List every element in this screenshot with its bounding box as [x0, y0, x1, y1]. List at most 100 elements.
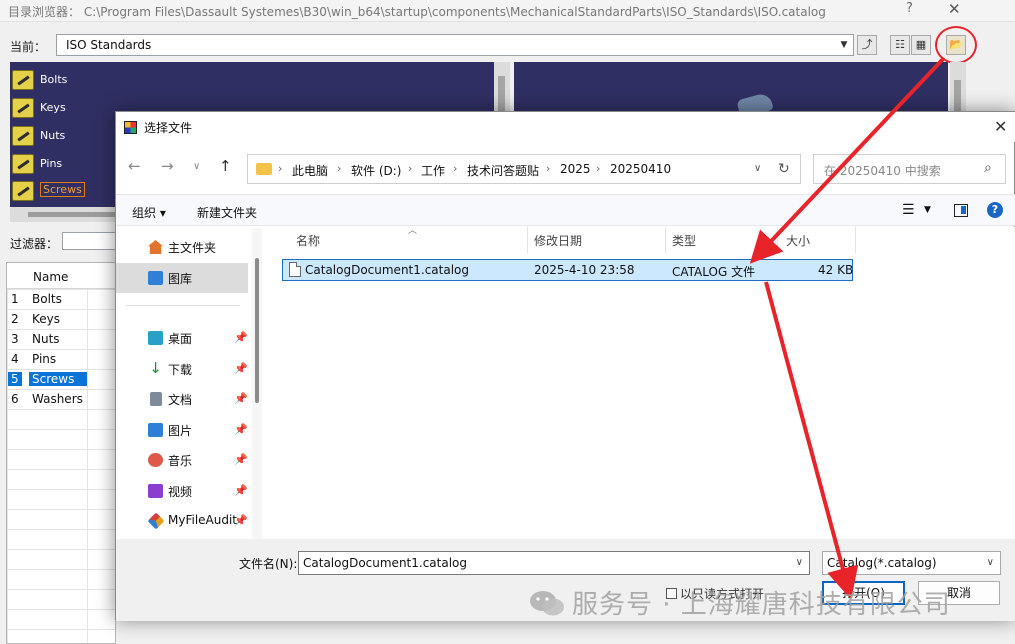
sidebar-item-gallery[interactable]: 图库 — [116, 263, 248, 293]
file-type-select[interactable]: Catalog(*.catalog) ∨ — [822, 551, 1001, 575]
close-button[interactable]: ✕ — [948, 0, 961, 18]
detail-view-button[interactable]: ☷ — [890, 35, 910, 55]
scroll-thumb[interactable] — [954, 80, 961, 114]
pin-icon[interactable]: 📌 — [234, 484, 248, 497]
breadcrumb-2025[interactable]: 2025 — [560, 162, 591, 176]
pin-icon[interactable]: 📌 — [234, 453, 248, 466]
row-name: Pins — [32, 352, 57, 366]
breadcrumb-tech-qa[interactable]: 技术问答题贴 — [467, 162, 539, 179]
filter-label: 过滤器： — [10, 237, 59, 251]
folder-icon — [256, 163, 272, 175]
forward-arrow-icon[interactable]: → — [161, 157, 174, 175]
catalog-list-panel[interactable]: Name 1 Bolts 2 Keys 3 Nuts 4 Pins 5 Screws 6W… — [6, 262, 117, 644]
breadcrumb-chevron-icon[interactable]: › — [337, 162, 341, 175]
sidebar-item-pictures[interactable]: 图片 📌 — [116, 415, 248, 445]
breadcrumb-chevron-icon[interactable]: › — [278, 162, 282, 175]
wechat-logo-icon — [530, 591, 564, 616]
breadcrumb-chevron-icon[interactable]: › — [596, 162, 600, 175]
column-header-name[interactable]: 名称 ︿ — [286, 226, 530, 253]
pin-icon[interactable]: 📌 — [234, 362, 248, 375]
filter-input[interactable] — [62, 232, 122, 250]
scroll-thumb[interactable] — [255, 258, 259, 403]
scroll-thumb[interactable] — [498, 76, 505, 116]
row-index: 1 — [11, 292, 19, 306]
sidebar-item-label: 下载 — [168, 363, 193, 377]
sidebar-item-documents[interactable]: 文档 📌 — [116, 384, 248, 414]
list-item[interactable]: 1 Bolts — [7, 290, 117, 310]
tree-item-screws[interactable]: Screws — [12, 179, 102, 203]
current-catalog-value: ISO Standards — [66, 38, 152, 52]
recent-locations-chevron-icon[interactable]: ∨ — [193, 161, 200, 172]
sidebar-item-videos[interactable]: 视频 📌 — [116, 476, 248, 506]
breadcrumb-20250410[interactable]: 20250410 — [610, 162, 671, 176]
column-header-label: 大小 — [786, 234, 811, 248]
breadcrumb-work[interactable]: 工作 — [421, 162, 445, 179]
tree-item-nuts[interactable]: Nuts — [12, 124, 102, 148]
sidebar-item-myfileaudit[interactable]: MyFileAudit 📌 — [116, 506, 248, 536]
current-catalog-combo[interactable]: ISO Standards ▼ — [56, 34, 854, 56]
pin-icon[interactable]: 📌 — [234, 331, 248, 344]
breadcrumb-drive-d[interactable]: 软件 (D:) — [351, 162, 401, 179]
breadcrumb-chevron-icon[interactable]: › — [408, 162, 412, 175]
help-button[interactable]: ? — [906, 1, 913, 16]
row-index: 6 — [11, 392, 19, 406]
name-column-header[interactable]: Name — [33, 270, 68, 284]
pin-icon[interactable]: 📌 — [234, 514, 248, 527]
list-item[interactable]: 6 Washers — [7, 390, 117, 410]
sidebar-scrollbar[interactable] — [252, 228, 262, 540]
dialog-close-button[interactable]: ✕ — [994, 117, 1007, 136]
myfileaudit-icon — [147, 512, 165, 530]
list-view-button[interactable]: ▦ — [911, 35, 931, 55]
refresh-icon[interactable]: ↻ — [778, 161, 790, 177]
organize-menu-button[interactable]: 组织 ▾ — [132, 204, 166, 221]
file-row-catalogdocument1[interactable]: CatalogDocument1.catalog 2025-4-10 23:58… — [282, 259, 853, 281]
pin-icon[interactable]: 📌 — [234, 423, 248, 436]
address-bar[interactable]: › 此电脑 › 软件 (D:) › 工作 › 技术问答题贴 › 2025 › 2… — [247, 154, 801, 184]
column-header-size[interactable]: 大小 — [776, 227, 856, 253]
search-icon[interactable]: ⌕ — [984, 160, 992, 176]
filename-input[interactable]: CatalogDocument1.catalog ∨ — [298, 551, 810, 575]
chevron-down-icon[interactable]: ▼ — [924, 205, 931, 215]
sidebar-item-home[interactable]: 主文件夹 — [116, 232, 248, 262]
breadcrumb-chevron-icon[interactable]: › — [453, 162, 457, 175]
search-box[interactable]: 在 20250410 中搜索 ⌕ — [813, 154, 1006, 184]
parent-level-button[interactable]: ⤴ — [857, 35, 877, 55]
view-options-icon[interactable]: ☰ — [902, 202, 915, 218]
tree-item-bolts[interactable]: Bolts — [12, 68, 102, 92]
desktop-icon — [148, 331, 163, 345]
breadcrumb-this-pc[interactable]: 此电脑 — [292, 162, 328, 179]
column-divider[interactable] — [855, 227, 856, 253]
list-item[interactable]: 5 Screws — [7, 370, 117, 390]
column-header-type[interactable]: 类型 — [662, 227, 778, 253]
chevron-down-icon[interactable]: ∨ — [796, 557, 803, 568]
up-arrow-icon[interactable]: ↑ — [219, 157, 232, 175]
column-header-modified[interactable]: 修改日期 — [524, 227, 662, 253]
chapter-icon — [12, 181, 34, 201]
chevron-down-icon[interactable]: ∨ — [987, 557, 994, 568]
window-title: 目录浏览器： C:\Program Files\Dassault Systeme… — [8, 5, 826, 19]
preview-pane-icon[interactable] — [954, 204, 968, 217]
navigation-pane: 主文件夹 图库 桌面 📌 ↓ 下载 📌 文档 📌 图片 📌 音乐 📌 视频 📌 … — [116, 227, 262, 539]
tree-item-keys[interactable]: Keys — [12, 96, 102, 120]
scroll-thumb[interactable] — [28, 212, 124, 217]
chevron-down-icon[interactable]: ▼ — [837, 37, 851, 53]
breadcrumb-chevron-icon[interactable]: › — [546, 162, 550, 175]
preview-scrollbar[interactable] — [950, 62, 966, 114]
catalog-browser-titlebar: 目录浏览器： C:\Program Files\Dassault Systeme… — [0, 0, 1015, 22]
chevron-down-icon[interactable]: ∨ — [754, 163, 761, 174]
sidebar-item-downloads[interactable]: ↓ 下载 📌 — [116, 354, 248, 384]
list-item[interactable]: 4 Pins — [7, 350, 117, 370]
back-arrow-icon[interactable]: ← — [128, 157, 141, 175]
pin-icon[interactable]: 📌 — [234, 392, 248, 405]
list-item[interactable]: 2 Keys — [7, 310, 117, 330]
table-view-icon: ☷ — [895, 38, 905, 51]
list-header[interactable]: Name — [7, 263, 117, 289]
help-icon[interactable]: ? — [987, 202, 1003, 218]
file-list-view[interactable]: 名称 ︿ 修改日期 类型 大小 CatalogDocument1.catalog … — [282, 226, 1015, 539]
open-file-dialog: 选择文件 ✕ ← → ∨ ↑ › 此电脑 › 软件 (D:) › 工作 › 技术… — [115, 111, 1015, 621]
tree-item-pins[interactable]: Pins — [12, 152, 102, 176]
new-folder-button[interactable]: 新建文件夹 — [197, 204, 257, 221]
list-item[interactable]: 3 Nuts — [7, 330, 117, 350]
sidebar-item-desktop[interactable]: 桌面 📌 — [116, 323, 248, 353]
sidebar-item-music[interactable]: 音乐 📌 — [116, 445, 248, 475]
